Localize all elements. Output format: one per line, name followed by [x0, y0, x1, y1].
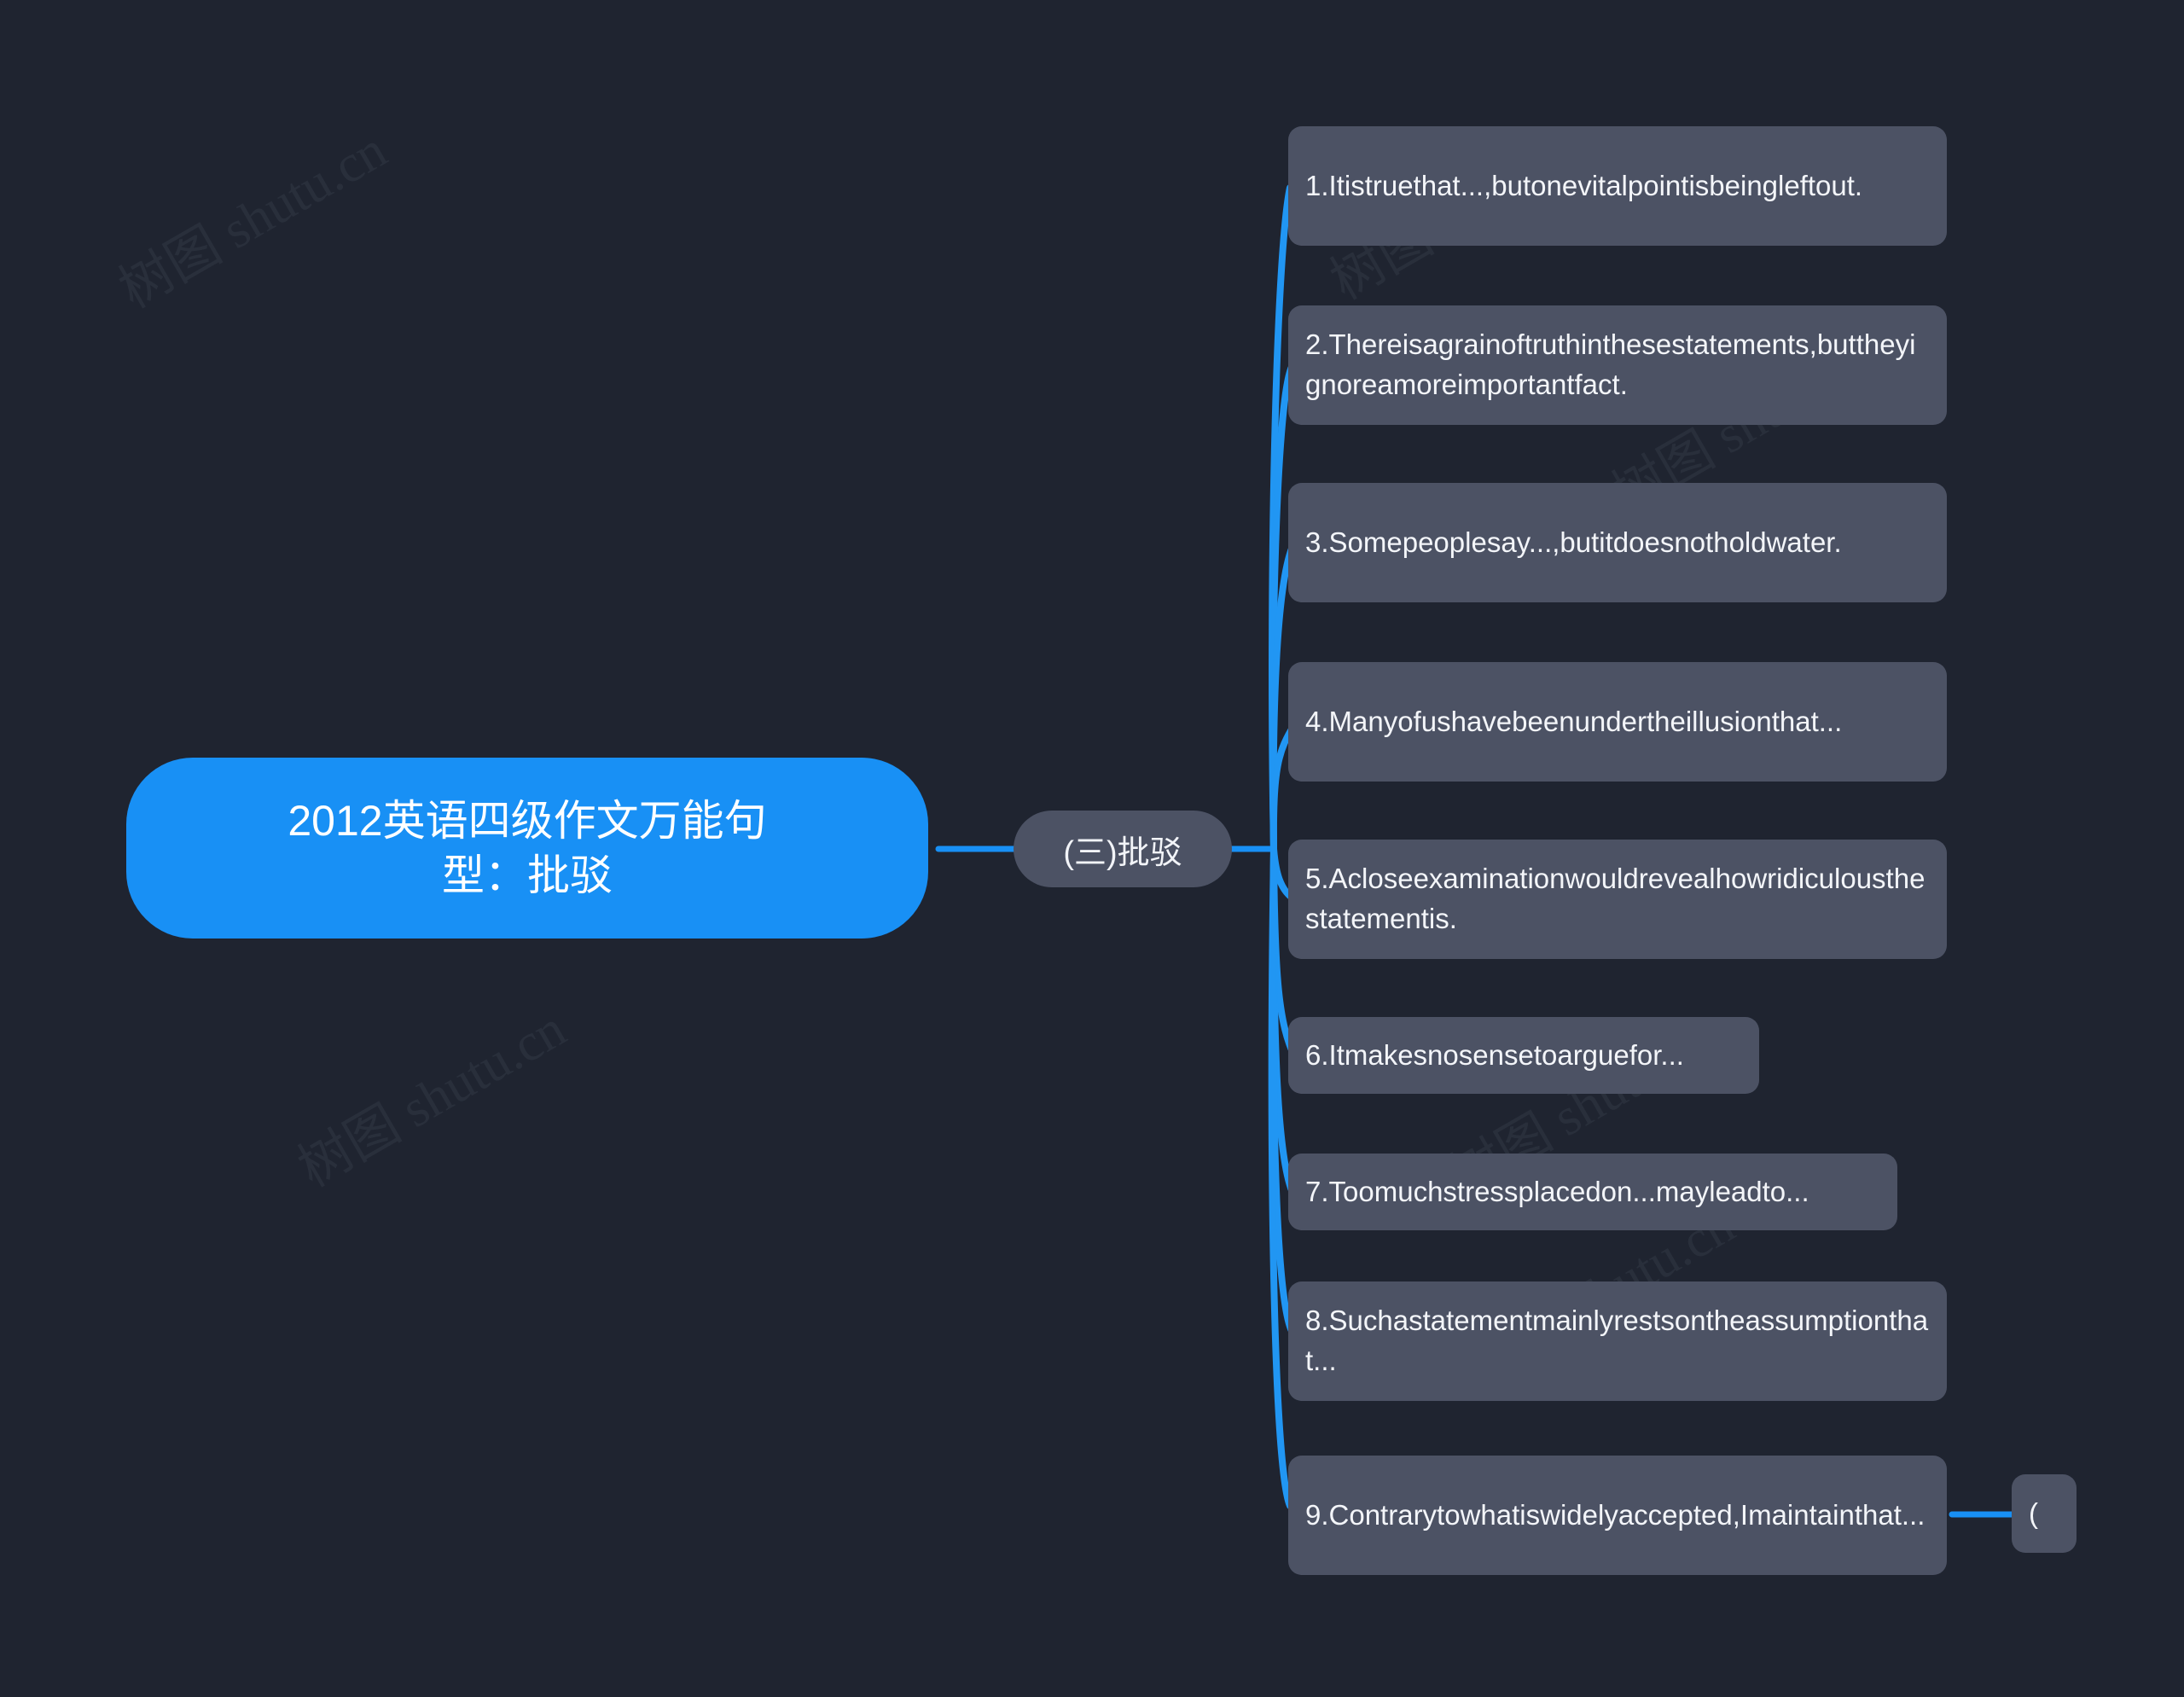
leaf-node-label: 4.Manyofushavebeenundertheillusionthat..…	[1305, 705, 1843, 737]
branch-node-label: (三)批驳	[1063, 834, 1182, 871]
stub-node-label: (	[2029, 1497, 2038, 1529]
mindmap-canvas: 树图 shutu.cn 树图 shutu.cn 树图 shutu.cn 树图 s…	[0, 0, 2184, 1697]
leaf-node-7[interactable]: 7.Toomuchstressplacedon...mayleadto...	[1288, 1154, 1897, 1230]
leaf-node-label: 1.Itistruethat...,butonevitalpointisbein…	[1305, 169, 1863, 201]
branch-node-pi-bo[interactable]: (三)批驳	[1014, 811, 1232, 887]
watermark-text: 树图 shutu.cn	[110, 120, 397, 320]
leaf-node-label: 5.Acloseexaminationwouldrevealhowridicul…	[1305, 863, 1926, 934]
leaf-node-label: 7.Toomuchstressplacedon...mayleadto...	[1305, 1175, 1809, 1207]
leaf-node-9[interactable]: 9.Contrarytowhatiswidelyaccepted,Imainta…	[1288, 1456, 1947, 1575]
leaf-node-label: 6.Itmakesnosensetoarguefor...	[1305, 1038, 1684, 1071]
leaf-node-3[interactable]: 3.Somepeoplesay...,butitdoesnotholdwater…	[1288, 483, 1947, 602]
leaf-node-4[interactable]: 4.Manyofushavebeenundertheillusionthat..…	[1288, 662, 1947, 782]
leaf-node-label: 8.Suchastatementmainlyrestsontheassumpti…	[1305, 1305, 1929, 1376]
leaf-node-5[interactable]: 5.Acloseexaminationwouldrevealhowridicul…	[1288, 840, 1947, 959]
leaf-node-2[interactable]: 2.Thereisagrainoftruthinthesestatements,…	[1288, 305, 1947, 425]
leaf-node-1[interactable]: 1.Itistruethat...,butonevitalpointisbein…	[1288, 126, 1947, 246]
leaf-node-label: 3.Somepeoplesay...,butitdoesnotholdwater…	[1305, 526, 1842, 558]
leaf-node-label: 9.Contrarytowhatiswidelyaccepted,Imainta…	[1305, 1498, 1926, 1531]
root-node-line-2: 型：批驳	[442, 851, 613, 899]
leaf-node-8[interactable]: 8.Suchastatementmainlyrestsontheassumpti…	[1288, 1281, 1947, 1401]
leaf-node-label: 2.Thereisagrainoftruthinthesestatements,…	[1305, 328, 1916, 400]
root-node-label: 2012英语四级作文万能句 型：批驳	[160, 793, 894, 903]
root-node-line-1: 2012英语四级作文万能句	[288, 797, 767, 845]
leaf-node-6[interactable]: 6.Itmakesnosensetoarguefor...	[1288, 1017, 1759, 1094]
stub-node[interactable]: (	[2012, 1474, 2077, 1553]
root-node[interactable]: 2012英语四级作文万能句 型：批驳	[126, 758, 928, 939]
watermark-text: 树图 shutu.cn	[289, 999, 576, 1199]
